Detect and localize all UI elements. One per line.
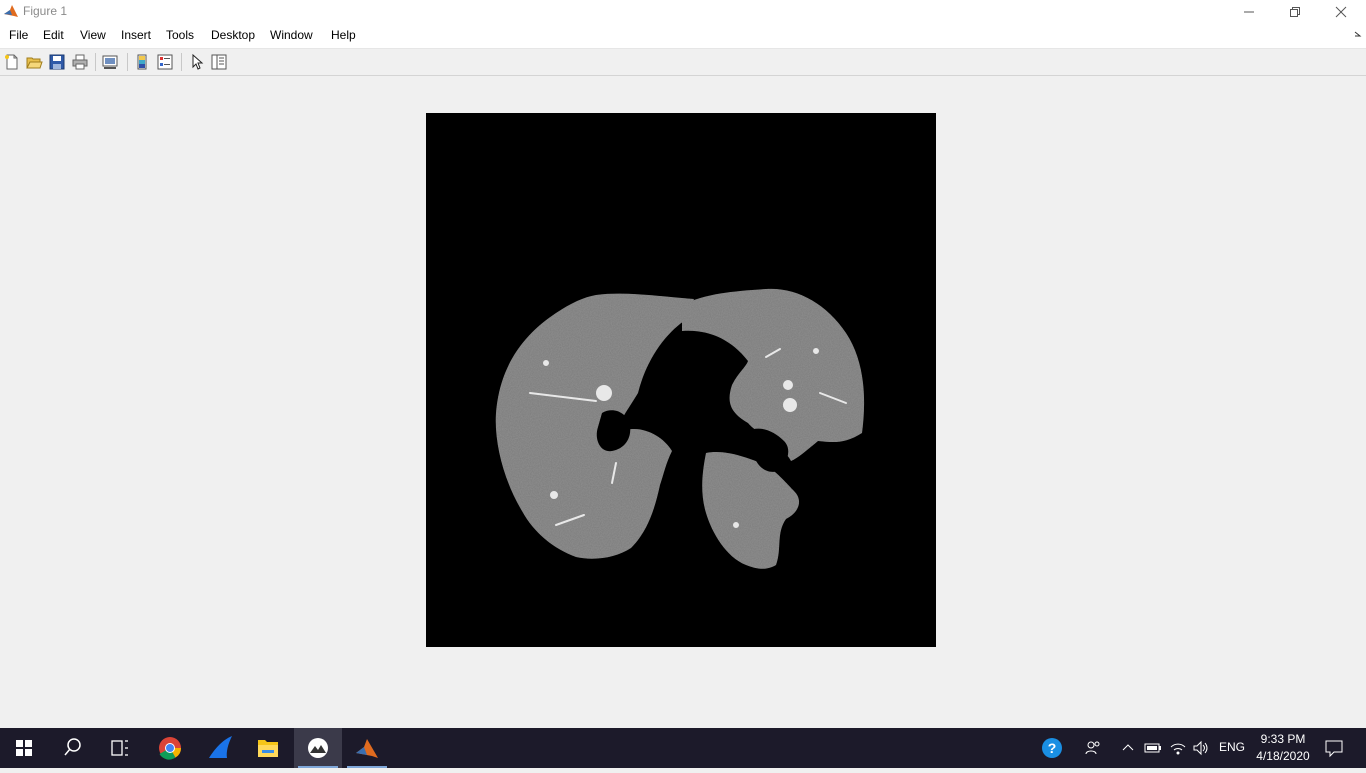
menu-dock-arrow-icon[interactable] bbox=[1354, 30, 1362, 38]
menu-edit[interactable]: Edit bbox=[43, 28, 64, 42]
chrome-logo-icon bbox=[159, 737, 181, 760]
minimize-button[interactable] bbox=[1226, 0, 1272, 24]
menu-desktop[interactable]: Desktop bbox=[211, 28, 255, 42]
clock-date[interactable]: 4/18/2020 bbox=[1252, 749, 1314, 763]
task-view-glyph-icon bbox=[111, 740, 128, 756]
toolbar-separator bbox=[127, 53, 128, 71]
chrome-icon[interactable] bbox=[146, 728, 194, 768]
toolbar-separator bbox=[95, 53, 96, 71]
print-figure-icon[interactable] bbox=[71, 53, 89, 71]
windows-logo-icon bbox=[16, 740, 32, 756]
new-figure-icon[interactable] bbox=[3, 53, 21, 71]
save-figure-icon[interactable] bbox=[48, 53, 66, 71]
people-icon[interactable] bbox=[1084, 739, 1102, 757]
edit-plot-icon[interactable] bbox=[188, 53, 206, 71]
menu-help[interactable]: Help bbox=[331, 28, 356, 42]
lung-segmentation-graphic bbox=[495, 288, 865, 569]
open-file-icon[interactable] bbox=[25, 53, 43, 71]
restore-icon bbox=[1290, 7, 1300, 17]
folder-icon bbox=[258, 740, 278, 757]
notifications-icon[interactable] bbox=[1324, 738, 1344, 758]
lung-ct-slice-image[interactable] bbox=[426, 113, 936, 647]
menu-window[interactable]: Window bbox=[270, 28, 313, 42]
search-magnifier-icon bbox=[64, 738, 81, 756]
shark-app-icon[interactable] bbox=[196, 728, 244, 768]
matlab-icon bbox=[3, 3, 19, 19]
window-title: Figure 1 bbox=[23, 4, 68, 18]
toolbar-separator bbox=[181, 53, 182, 71]
matlab-logo-icon bbox=[356, 739, 378, 758]
input-language[interactable]: ENG bbox=[1219, 740, 1245, 754]
restore-button[interactable] bbox=[1272, 0, 1318, 24]
minimize-icon bbox=[1244, 11, 1254, 13]
chevron-up-icon[interactable] bbox=[1122, 742, 1134, 754]
wifi-icon[interactable] bbox=[1169, 739, 1187, 757]
clock-time[interactable]: 9:33 PM bbox=[1252, 732, 1314, 746]
matlab-icon[interactable] bbox=[343, 728, 391, 768]
file-explorer-icon[interactable] bbox=[244, 728, 292, 768]
volume-icon[interactable] bbox=[1192, 739, 1210, 757]
windows-start-icon[interactable] bbox=[0, 728, 48, 768]
close-button[interactable] bbox=[1318, 0, 1364, 24]
help-icon[interactable]: ? bbox=[1041, 737, 1063, 759]
insert-legend-icon[interactable] bbox=[156, 53, 174, 71]
task-view-icon[interactable] bbox=[96, 728, 144, 768]
plot-tools-icon[interactable] bbox=[210, 53, 228, 71]
menu-file[interactable]: File bbox=[9, 28, 28, 42]
windows-taskbar: ? ENG 9:33 PM 4/18/2020 bbox=[0, 728, 1366, 768]
close-icon bbox=[1335, 6, 1347, 18]
title-bar: Figure 1 bbox=[0, 0, 1366, 24]
menu-view[interactable]: View bbox=[80, 28, 106, 42]
battery-icon[interactable] bbox=[1144, 740, 1162, 756]
link-plot-icon[interactable] bbox=[101, 53, 119, 71]
insert-colorbar-icon[interactable] bbox=[133, 53, 151, 71]
shark-fin-icon bbox=[209, 736, 232, 758]
menu-bar: File Edit View Insert Tools Desktop Wind… bbox=[0, 24, 1366, 49]
photos-app-icon[interactable] bbox=[294, 728, 342, 768]
menu-tools[interactable]: Tools bbox=[166, 28, 194, 42]
figure-toolbar bbox=[0, 49, 1366, 76]
svg-text:?: ? bbox=[1048, 740, 1057, 756]
menu-insert[interactable]: Insert bbox=[121, 28, 151, 42]
search-icon[interactable] bbox=[48, 728, 96, 768]
photos-glyph-icon bbox=[308, 738, 328, 758]
